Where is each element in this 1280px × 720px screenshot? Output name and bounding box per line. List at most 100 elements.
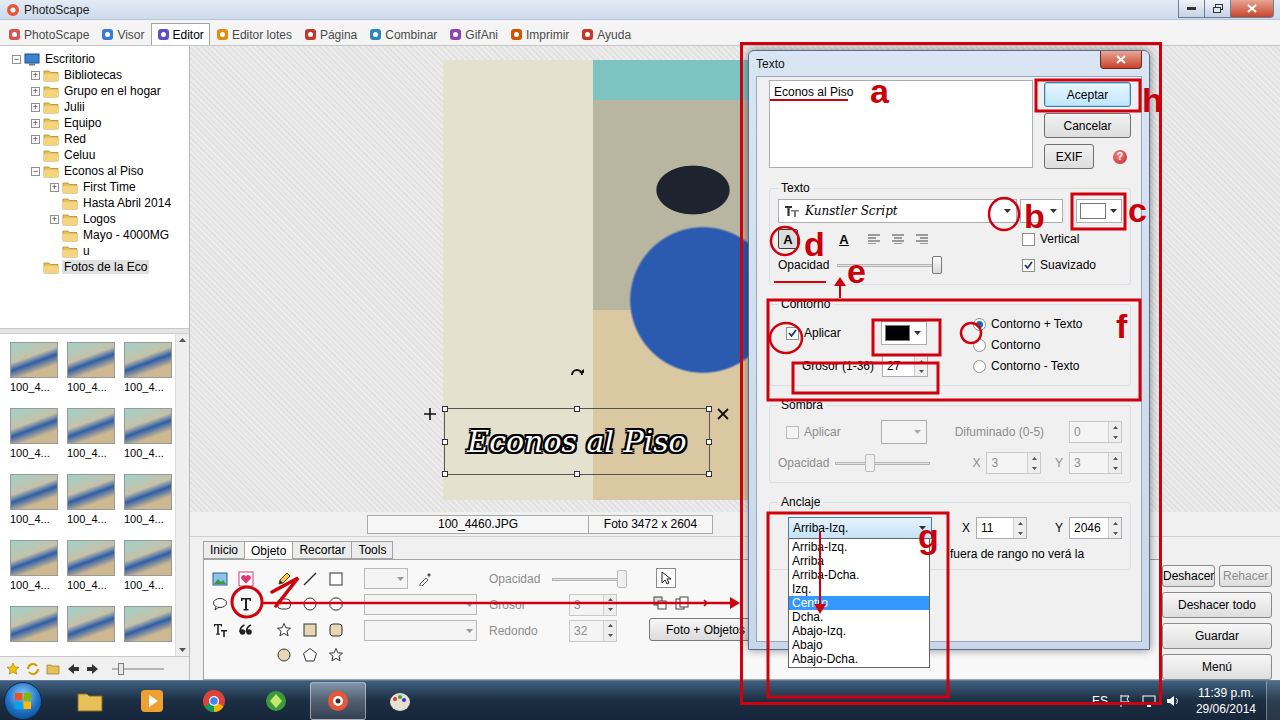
thumbnail[interactable]: 100_4... xyxy=(67,408,120,474)
tree-expander[interactable]: + xyxy=(31,71,40,80)
shadow-y-spinner[interactable]: 3 xyxy=(1069,452,1122,474)
editor-tab[interactable]: Objeto xyxy=(244,541,293,559)
anchor-option[interactable]: Abajo xyxy=(789,638,929,652)
outline-mode-radio[interactable]: Contorno - Texto xyxy=(973,359,1122,373)
tree-item[interactable]: +Julii xyxy=(0,99,189,115)
object-round-spinner[interactable]: 32 xyxy=(569,620,617,642)
editor-tab[interactable]: Recortar xyxy=(292,541,352,559)
side-button[interactable]: Menú xyxy=(1162,654,1272,680)
tool-button[interactable] xyxy=(207,566,233,592)
tree-expander[interactable]: + xyxy=(31,119,40,128)
module-tab[interactable]: PhotoScape xyxy=(2,23,95,45)
tool-button[interactable] xyxy=(233,617,259,643)
taskbar-app[interactable] xyxy=(248,682,304,720)
thumbnail[interactable]: 100_4... xyxy=(67,342,120,408)
font-select[interactable]: Kunstler Script xyxy=(778,199,1017,223)
module-tab[interactable]: Editor xyxy=(151,23,210,45)
tool-button[interactable] xyxy=(323,566,349,592)
thumbnail[interactable]: 100_4... xyxy=(124,474,175,540)
tree-item[interactable]: +Bibliotecas xyxy=(0,67,189,83)
delete-handle[interactable] xyxy=(717,408,729,420)
anchor-option[interactable]: Arriba-Izq. xyxy=(789,540,929,554)
tree-expander[interactable]: + xyxy=(50,183,59,192)
help-icon[interactable]: ? xyxy=(1113,150,1127,164)
move-handle[interactable] xyxy=(424,408,436,420)
module-tab[interactable]: Imprimir xyxy=(504,23,575,45)
resize-handle[interactable] xyxy=(442,471,448,477)
style-select[interactable] xyxy=(364,594,477,615)
resize-handle[interactable] xyxy=(706,406,712,412)
anchor-option[interactable]: Arriba xyxy=(789,554,929,568)
spin-down-button[interactable] xyxy=(1109,432,1121,442)
line-select[interactable] xyxy=(364,620,477,641)
anchor-option[interactable]: Dcha. xyxy=(789,610,929,624)
minimize-button[interactable] xyxy=(1178,0,1205,18)
side-button[interactable]: Deshacer todo xyxy=(1162,592,1272,618)
tree-item[interactable]: Fotos de la Eco xyxy=(0,259,189,275)
thumb-size-slider[interactable] xyxy=(112,663,164,675)
tree-item[interactable]: u xyxy=(0,243,189,259)
module-tab[interactable]: Editor lotes xyxy=(210,23,298,45)
tool-button[interactable] xyxy=(271,592,297,618)
object-thickness-spinner[interactable]: 3 xyxy=(569,594,617,616)
anchor-x-spinner[interactable]: 11 xyxy=(976,517,1027,539)
object-opacity-slider[interactable] xyxy=(552,569,627,589)
tool-button[interactable] xyxy=(297,592,323,618)
text-color-select[interactable] xyxy=(1076,199,1122,223)
thumbnail[interactable]: 100_4... xyxy=(10,408,63,474)
show-desktop-button[interactable] xyxy=(1266,681,1280,720)
tree-item[interactable]: +Red xyxy=(0,131,189,147)
taskbar-app[interactable] xyxy=(310,682,366,720)
outline-color-select[interactable] xyxy=(881,321,927,345)
resize-handle[interactable] xyxy=(442,439,448,445)
text-object[interactable]: Econos al Piso xyxy=(444,408,710,475)
spin-down-button[interactable] xyxy=(915,366,927,376)
text-input[interactable]: Econos al Piso xyxy=(769,80,1033,168)
spin-up-button[interactable] xyxy=(1109,453,1121,463)
vertical-checkbox[interactable]: Vertical xyxy=(1022,232,1122,246)
tool-button[interactable] xyxy=(271,566,297,592)
anchor-y-spinner[interactable]: 2046 xyxy=(1069,517,1122,539)
side-button[interactable]: Guardar xyxy=(1162,623,1272,649)
module-tab[interactable]: GifAni xyxy=(443,23,504,45)
module-tab[interactable]: Página xyxy=(298,23,363,45)
spin-down-button[interactable] xyxy=(1109,463,1121,473)
tree-expander[interactable]: + xyxy=(31,135,40,144)
spin-up-button[interactable] xyxy=(915,356,927,366)
shadow-blur-spinner[interactable]: 0 xyxy=(1069,421,1122,443)
tree-expander[interactable]: + xyxy=(31,87,40,96)
anchor-option[interactable]: Arriba-Dcha. xyxy=(789,568,929,582)
tool-button[interactable] xyxy=(297,643,323,669)
thumbnail[interactable]: 100_4... xyxy=(124,540,175,606)
outline-mode-radio[interactable]: Contorno xyxy=(973,338,1122,352)
spin-up-button[interactable] xyxy=(1109,518,1121,528)
dialog-button[interactable]: Cancelar xyxy=(1044,113,1131,138)
spin-down-button[interactable] xyxy=(1028,463,1040,473)
resize-handle[interactable] xyxy=(574,471,580,477)
close-button[interactable] xyxy=(1230,0,1274,18)
thumbnail[interactable]: 100_4... xyxy=(10,540,63,606)
thumbnail[interactable]: 100_4... xyxy=(124,342,175,408)
spin-up-button[interactable] xyxy=(604,595,616,605)
dialog-button[interactable]: Aceptar xyxy=(1044,82,1131,107)
spin-up-button[interactable] xyxy=(604,621,616,631)
tool-button[interactable] xyxy=(323,617,349,643)
taskbar-app[interactable] xyxy=(62,682,118,720)
tree-item[interactable]: −Escritorio xyxy=(0,51,189,67)
tree-item[interactable]: Hasta Abril 2014 xyxy=(0,195,189,211)
spin-up-button[interactable] xyxy=(1109,422,1121,432)
photo-objects-button[interactable]: Foto + Objetos xyxy=(649,618,762,641)
tool-button[interactable] xyxy=(297,617,323,643)
restore-button[interactable] xyxy=(1204,0,1231,18)
thumbnail[interactable]: 100_4... xyxy=(10,474,63,540)
shadow-apply-checkbox[interactable]: Aplicar xyxy=(786,425,841,439)
tool-button[interactable] xyxy=(297,566,323,592)
anchor-option[interactable]: Abajo-Izq. xyxy=(789,624,929,638)
tool-button[interactable] xyxy=(271,643,297,669)
tree-item[interactable]: +Equipo xyxy=(0,115,189,131)
tree-expander[interactable]: − xyxy=(31,167,40,176)
exif-button[interactable]: EXIF xyxy=(1044,144,1094,169)
spin-down-button[interactable] xyxy=(1109,528,1121,538)
thumbnail[interactable]: 100_4... xyxy=(124,408,175,474)
tree-expander[interactable]: + xyxy=(31,103,40,112)
